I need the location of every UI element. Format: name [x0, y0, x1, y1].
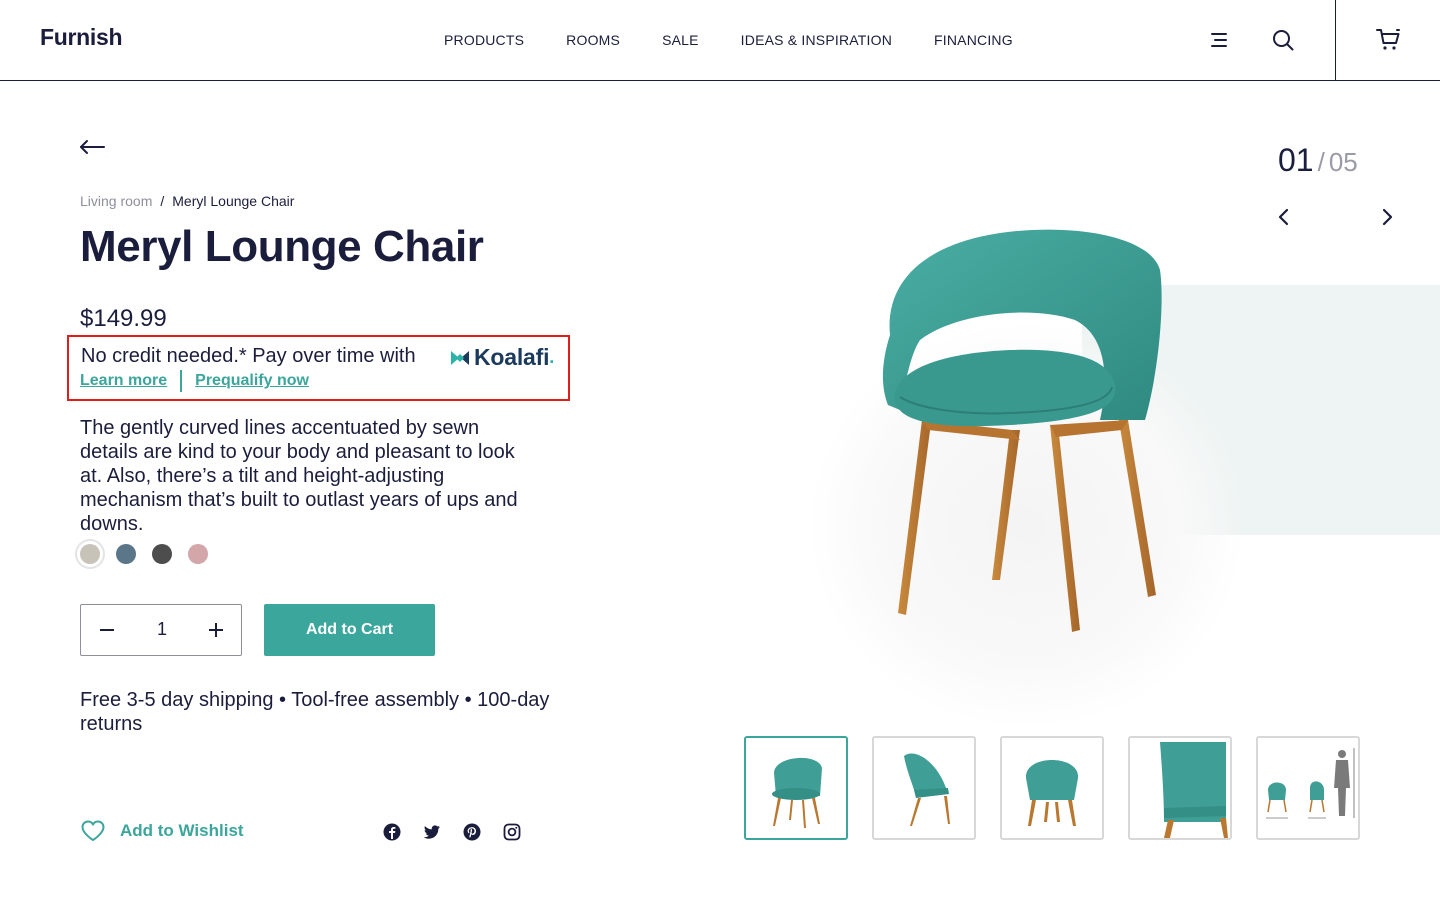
chevron-left-icon	[1278, 208, 1289, 226]
koalafi-wordmark: Koalafi	[474, 344, 550, 370]
swatch-beige[interactable]	[80, 544, 100, 564]
financing-promo: No credit needed.* Pay over time with Ko…	[67, 335, 570, 401]
learn-more-link[interactable]: Learn more	[80, 372, 167, 390]
swatch-charcoal[interactable]	[152, 544, 172, 564]
logo[interactable]: Furnish	[40, 24, 123, 51]
main-nav: PRODUCTS ROOMS SALE IDEAS & INSPIRATION …	[444, 32, 1013, 48]
swatch-slate-blue[interactable]	[116, 544, 136, 564]
breadcrumb: Living room / Meryl Lounge Chair	[80, 193, 294, 209]
nav-products[interactable]: PRODUCTS	[444, 32, 524, 48]
chevron-right-icon	[1382, 208, 1393, 226]
thumbnail-chair-side[interactable]	[872, 736, 976, 840]
social-links	[382, 822, 522, 842]
minus-icon	[100, 629, 114, 631]
pinterest-icon[interactable]	[462, 822, 482, 842]
gallery-separator: /	[1317, 147, 1325, 177]
financing-text: No credit needed.* Pay over time with	[81, 345, 416, 367]
increase-quantity-button[interactable]	[204, 618, 228, 642]
product-image-chair	[882, 229, 1162, 632]
search-icon[interactable]	[1269, 26, 1297, 54]
menu-icon[interactable]	[1205, 26, 1233, 54]
nav-financing[interactable]: FINANCING	[934, 32, 1013, 48]
decrease-quantity-button[interactable]	[95, 618, 119, 642]
gallery-thumbnails	[744, 736, 1360, 840]
plus-icon	[209, 623, 223, 637]
add-to-wishlist-button[interactable]: Add to Wishlist	[80, 819, 244, 843]
koalafi-logo: Koalafi.	[450, 344, 554, 371]
breadcrumb-living-room[interactable]: Living room	[80, 193, 152, 209]
twitter-icon[interactable]	[422, 822, 442, 842]
wishlist-label: Add to Wishlist	[120, 821, 244, 840]
nav-sale[interactable]: SALE	[662, 32, 699, 48]
quantity-input[interactable]	[141, 619, 183, 640]
thumbnail-chair-back[interactable]	[1000, 736, 1104, 840]
product-description: The gently curved lines accentuated by s…	[80, 417, 518, 535]
quantity-stepper	[80, 604, 242, 656]
chair-detail-thumb-icon	[1160, 742, 1228, 838]
gallery-current: 01	[1278, 142, 1314, 178]
product-price: $149.99	[80, 305, 167, 332]
instagram-icon[interactable]	[502, 822, 522, 842]
link-divider	[180, 370, 183, 392]
breadcrumb-current: Meryl Lounge Chair	[172, 193, 295, 209]
gallery-counter: 01/05	[1278, 142, 1358, 179]
cart-button[interactable]	[1335, 0, 1440, 80]
thumbnail-chair-front[interactable]	[744, 736, 848, 840]
prequalify-link[interactable]: Prequalify now	[195, 372, 309, 390]
heart-icon	[81, 820, 105, 841]
add-to-cart-button[interactable]: Add to Cart	[264, 604, 435, 656]
product-title: Meryl Lounge Chair	[80, 222, 484, 271]
color-swatches	[80, 544, 208, 564]
koalafi-mark-icon	[451, 350, 469, 365]
nav-ideas-inspiration[interactable]: IDEAS & INSPIRATION	[741, 32, 892, 48]
site-header: Furnish PRODUCTS ROOMS SALE IDEAS & INSP…	[0, 0, 1440, 81]
breadcrumb-separator: /	[160, 193, 165, 209]
gallery-total: 05	[1328, 147, 1358, 177]
chair-front-thumb-icon	[772, 757, 822, 828]
facebook-icon[interactable]	[382, 822, 402, 842]
chair-dimensions-thumb-icon	[1266, 748, 1355, 819]
shipping-perks: Free 3-5 day shipping • Tool-free assemb…	[80, 689, 550, 735]
chair-back-thumb-icon	[1025, 760, 1079, 826]
swatch-dusty-pink[interactable]	[188, 544, 208, 564]
gallery-next-button[interactable]	[1376, 206, 1398, 228]
thumbnail-chair-detail[interactable]	[1128, 736, 1232, 840]
gallery-prev-button[interactable]	[1273, 206, 1295, 228]
koalafi-dot: .	[549, 347, 555, 367]
cart-icon	[1376, 29, 1400, 50]
chair-side-thumb-icon	[904, 753, 950, 826]
back-arrow-icon[interactable]	[78, 134, 108, 160]
thumbnail-chair-dimensions[interactable]	[1256, 736, 1360, 840]
financing-links: Learn more Prequalify now	[80, 370, 309, 392]
nav-rooms[interactable]: ROOMS	[566, 32, 620, 48]
